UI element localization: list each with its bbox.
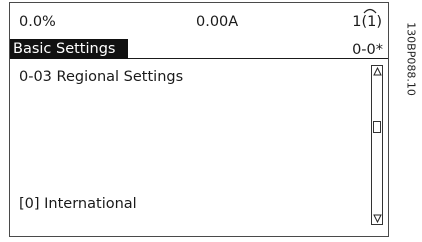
status-current: 0.00A	[196, 14, 239, 30]
parameter-value[interactable]: [0] International	[19, 196, 137, 212]
scrollbar[interactable]	[371, 65, 383, 225]
drawing-reference: 130BP088.10	[404, 4, 418, 114]
menu-code: 0-0*	[352, 42, 383, 58]
drawing-reference-label: 130BP088.10	[404, 22, 418, 96]
title-divider	[128, 57, 388, 59]
lcp-display: 0.0% 0.00A 1(1) Basic Settings 0-0* 0-03…	[9, 2, 389, 237]
status-percent: 0.0%	[19, 14, 56, 30]
menu-title-bar: Basic Settings 0-0*	[10, 39, 388, 59]
menu-title: Basic Settings	[10, 39, 128, 59]
scroll-up-arrow-icon[interactable]	[373, 67, 382, 76]
status-line: 0.0% 0.00A 1(1)	[10, 3, 388, 35]
parameter-name: 0-03 Regional Settings	[19, 69, 184, 85]
active-setup-arc-icon	[363, 8, 377, 14]
active-setup-indicator: 1(1)	[352, 14, 382, 30]
scroll-thumb[interactable]	[373, 120, 381, 133]
scroll-down-arrow-icon[interactable]	[373, 214, 382, 223]
